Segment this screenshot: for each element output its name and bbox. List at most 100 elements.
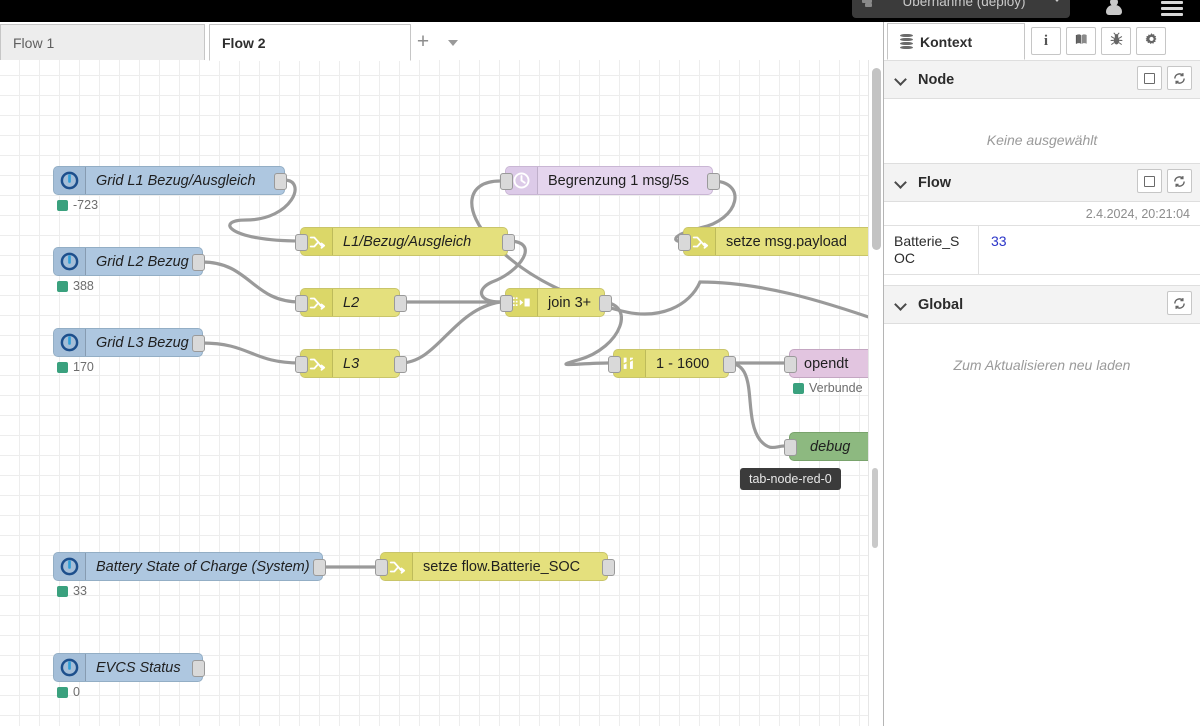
node-red-editor: Übernahme (deploy) Flow 1 Flow 2 + Grid … bbox=[0, 0, 1200, 726]
node-output-port[interactable] bbox=[394, 295, 407, 312]
node-label: Grid L2 Bezug bbox=[96, 253, 189, 270]
node-grid-l3[interactable]: Grid L3 Bezug bbox=[53, 328, 203, 357]
node-input-port[interactable] bbox=[784, 439, 797, 456]
sidebar-tab-label: Kontext bbox=[920, 33, 973, 50]
node-input-port[interactable] bbox=[500, 173, 513, 190]
section-buttons bbox=[1137, 169, 1192, 193]
deploy-icon bbox=[862, 0, 876, 8]
square-icon bbox=[1144, 72, 1155, 84]
scrollbar-thumb-secondary[interactable] bbox=[872, 468, 878, 548]
node-scope-select-button[interactable] bbox=[1137, 66, 1162, 90]
context-stack-icon bbox=[900, 34, 913, 49]
deploy-button[interactable]: Übernahme (deploy) bbox=[852, 0, 1070, 18]
context-section-flow-header[interactable]: Flow bbox=[884, 163, 1200, 202]
sidebar-debug-button[interactable] bbox=[1101, 27, 1131, 55]
node-change-l1[interactable]: L1/Bezug/Ausgleich bbox=[300, 227, 508, 256]
node-refresh-button[interactable] bbox=[1167, 66, 1192, 90]
flow-tab-flow-1[interactable]: Flow 1 bbox=[0, 24, 205, 61]
node-input-port[interactable] bbox=[295, 234, 308, 251]
node-set-flow-batterie-soc[interactable]: setze flow.Batterie_SOC bbox=[380, 552, 608, 581]
status-text: 33 bbox=[73, 584, 87, 598]
chevron-down-icon bbox=[896, 177, 907, 188]
node-output-port[interactable] bbox=[502, 234, 515, 251]
section-title: Global bbox=[918, 296, 964, 313]
flow-scope-select-button[interactable] bbox=[1137, 169, 1162, 193]
flow-canvas[interactable]: Grid L1 Bezug/Ausgleich -723 Grid L2 Bez… bbox=[0, 60, 883, 726]
status-text: Verbunde bbox=[809, 381, 863, 395]
node-output-port[interactable] bbox=[602, 559, 615, 576]
node-evcs-status[interactable]: EVCS Status bbox=[53, 653, 203, 682]
node-join[interactable]: join 3+ bbox=[505, 288, 605, 317]
flow-context-timestamp: 2.4.2024, 20:21:04 bbox=[1085, 207, 1190, 221]
context-value[interactable]: 33 bbox=[979, 226, 1200, 274]
global-refresh-button[interactable] bbox=[1167, 291, 1192, 315]
status-dot bbox=[57, 686, 68, 698]
sidebar-settings-button[interactable] bbox=[1136, 27, 1166, 55]
node-change-l3[interactable]: L3 bbox=[300, 349, 400, 378]
node-input-port[interactable] bbox=[608, 356, 621, 373]
node-status-evcs: 0 bbox=[57, 685, 80, 699]
flow-list-chevron-down-icon[interactable] bbox=[448, 40, 458, 46]
flow-tab-bar: Flow 1 Flow 2 + bbox=[0, 22, 883, 62]
node-status-battery: 33 bbox=[57, 584, 87, 598]
status-text: 0 bbox=[73, 685, 80, 699]
node-output-port[interactable] bbox=[599, 295, 612, 312]
context-section-global-header[interactable]: Global bbox=[884, 285, 1200, 324]
node-input-port[interactable] bbox=[784, 356, 797, 373]
node-input-port[interactable] bbox=[295, 356, 308, 373]
user-icon[interactable] bbox=[1104, 0, 1124, 18]
canvas-vertical-scrollbar[interactable] bbox=[868, 60, 884, 726]
node-output-port[interactable] bbox=[723, 356, 736, 373]
node-label: L1/Bezug/Ausgleich bbox=[343, 233, 472, 250]
node-input-port[interactable] bbox=[678, 234, 691, 251]
flow-refresh-button[interactable] bbox=[1167, 169, 1192, 193]
node-grid-l1[interactable]: Grid L1 Bezug/Ausgleich bbox=[53, 166, 285, 195]
section-title: Node bbox=[918, 71, 955, 88]
node-label: EVCS Status bbox=[96, 659, 181, 676]
node-change-l2[interactable]: L2 bbox=[300, 288, 400, 317]
node-range-1-1600[interactable]: 1 - 1600 bbox=[613, 349, 729, 378]
node-output-port[interactable] bbox=[707, 173, 720, 190]
node-label: debug bbox=[810, 438, 851, 455]
node-input-port[interactable] bbox=[295, 295, 308, 312]
node-output-port[interactable] bbox=[192, 335, 205, 352]
section-title: Flow bbox=[918, 174, 952, 191]
node-set-msg-payload[interactable]: setze msg.payload bbox=[683, 227, 883, 256]
node-label: L3 bbox=[343, 355, 360, 372]
node-context-empty-message: Keine ausgewählt bbox=[986, 132, 1098, 148]
debug-bug-icon bbox=[1109, 32, 1124, 50]
sidebar-help-button[interactable] bbox=[1066, 27, 1096, 55]
status-text: 170 bbox=[73, 360, 94, 374]
global-context-empty-message: Zum Aktualisieren neu laden bbox=[953, 357, 1131, 373]
node-output-port[interactable] bbox=[192, 254, 205, 271]
node-output-port[interactable] bbox=[394, 356, 407, 373]
node-label: Begrenzung 1 msg/5s bbox=[548, 172, 690, 189]
node-label: Grid L3 Bezug bbox=[96, 334, 189, 351]
sidebar-tab-kontext[interactable]: Kontext bbox=[887, 23, 1025, 60]
node-output-port[interactable] bbox=[192, 660, 205, 677]
sidebar: Kontext i Node Keine ausgewählt Flow 2.4… bbox=[883, 22, 1200, 726]
node-label: setze msg.payload bbox=[726, 233, 847, 250]
status-dot bbox=[793, 382, 804, 394]
node-input-port[interactable] bbox=[375, 559, 388, 576]
status-dot bbox=[57, 199, 68, 211]
node-status-grid-l1: -723 bbox=[57, 198, 98, 212]
hamburger-menu-icon[interactable] bbox=[1161, 1, 1183, 17]
sidebar-info-button[interactable]: i bbox=[1031, 27, 1061, 55]
flow-context-row[interactable]: Batterie_SOC 33 bbox=[884, 225, 1200, 275]
context-section-node-header[interactable]: Node bbox=[884, 60, 1200, 99]
deploy-dropdown-caret-icon[interactable] bbox=[1051, 0, 1063, 2]
canvas-grid bbox=[0, 60, 883, 726]
node-output-port[interactable] bbox=[274, 173, 287, 190]
node-input-port[interactable] bbox=[500, 295, 513, 312]
node-battery-soc[interactable]: Battery State of Charge (System) bbox=[53, 552, 323, 581]
scrollbar-thumb[interactable] bbox=[872, 68, 881, 250]
node-status-grid-l3: 170 bbox=[57, 360, 94, 374]
node-delay-begrenzung[interactable]: Begrenzung 1 msg/5s bbox=[505, 166, 713, 195]
node-grid-l2[interactable]: Grid L2 Bezug bbox=[53, 247, 203, 276]
add-flow-button[interactable]: + bbox=[412, 31, 434, 54]
node-output-port[interactable] bbox=[313, 559, 326, 576]
node-label: Grid L1 Bezug/Ausgleich bbox=[96, 172, 256, 189]
flow-tab-flow-2[interactable]: Flow 2 bbox=[209, 24, 411, 61]
status-dot bbox=[57, 280, 68, 292]
